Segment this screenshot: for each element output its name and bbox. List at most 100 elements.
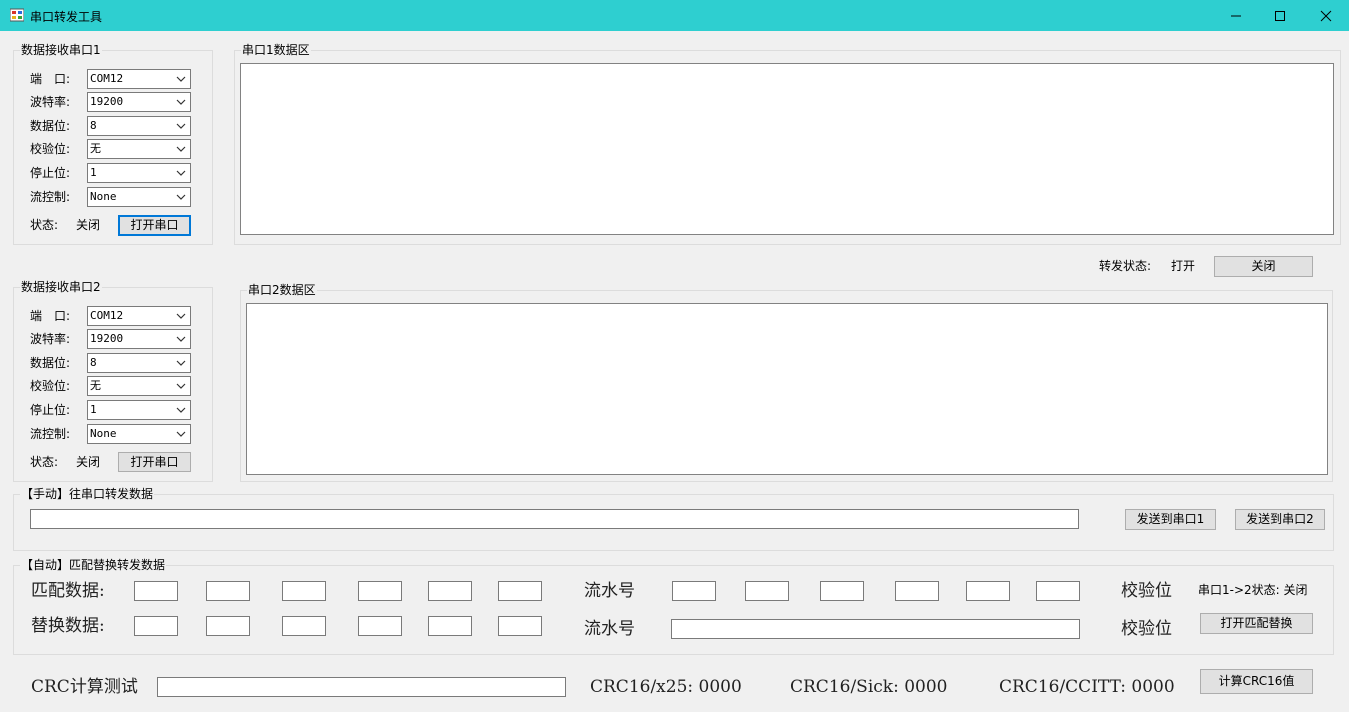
port2-databits-select[interactable]: 8 — [87, 353, 191, 373]
forward-status-label: 转发状态: — [1099, 259, 1152, 273]
replace-serial-label: 流水号 — [584, 619, 635, 639]
port2-parity-value: 无 — [90, 379, 101, 392]
replace-byte-input[interactable] — [282, 616, 326, 636]
port1-open-button[interactable]: 打开串口 — [118, 215, 191, 236]
replace-byte-input[interactable] — [134, 616, 178, 636]
port1-stopbits-select[interactable]: 1 — [87, 163, 191, 183]
replace-checksum-label: 校验位 — [1121, 619, 1172, 639]
port2-port-select[interactable]: COM12 — [87, 306, 191, 326]
port1-baud-select[interactable]: 19200 — [87, 92, 191, 112]
port2-parity-select[interactable]: 无 — [87, 376, 191, 396]
manual-group-title: 【手动】往串口转发数据 — [20, 487, 155, 501]
minimize-icon — [1231, 15, 1241, 17]
auto-group-title: 【自动】匹配替换转发数据 — [20, 558, 167, 572]
match-serial-input[interactable] — [1036, 581, 1080, 601]
port2-data-title: 串口2数据区 — [247, 283, 317, 297]
crc-test-label: CRC计算测试 — [31, 677, 138, 697]
chevron-down-icon — [176, 336, 186, 342]
crc-ccitt-value: CRC16/CCITT: 0000 — [999, 677, 1175, 697]
match-byte-input[interactable] — [358, 581, 402, 601]
crc-x25-value: CRC16/x25: 0000 — [590, 677, 742, 697]
port2-port-label: 端 口: — [30, 309, 71, 323]
port1-data-area[interactable] — [240, 63, 1334, 235]
port1-flow-label: 流控制: — [30, 190, 71, 204]
port2-baud-value: 19200 — [90, 332, 124, 345]
replace-byte-input[interactable] — [428, 616, 472, 636]
match-serial-input[interactable] — [966, 581, 1010, 601]
match-serial-input[interactable] — [672, 581, 716, 601]
port1-parity-select[interactable]: 无 — [87, 139, 191, 159]
port1-flow-select[interactable]: None — [87, 187, 191, 207]
match-byte-input[interactable] — [498, 581, 542, 601]
window-title: 串口转发工具 — [30, 10, 103, 24]
port2-status-value: 关闭 — [76, 455, 101, 469]
port1-parity-value: 无 — [90, 142, 101, 155]
match-checksum-label: 校验位 — [1121, 581, 1172, 601]
manual-data-input[interactable] — [30, 509, 1079, 529]
replace-byte-input[interactable] — [358, 616, 402, 636]
crc-input[interactable] — [157, 677, 566, 697]
port2-stopbits-value: 1 — [90, 403, 97, 416]
match-byte-input[interactable] — [428, 581, 472, 601]
port2-databits-label: 数据位: — [30, 356, 71, 370]
port1-status-value: 关闭 — [76, 218, 101, 232]
replace-serial-input[interactable] — [671, 619, 1080, 639]
replace-byte-input[interactable] — [206, 616, 250, 636]
minimize-button[interactable] — [1213, 0, 1259, 31]
maximize-button[interactable] — [1257, 0, 1303, 31]
port2-flow-value: None — [90, 427, 117, 440]
open-match-replace-button[interactable]: 打开匹配替换 — [1200, 613, 1313, 634]
replace-byte-input[interactable] — [498, 616, 542, 636]
chevron-down-icon — [176, 170, 186, 176]
port2-open-button[interactable]: 打开串口 — [118, 452, 191, 472]
port2-stopbits-select[interactable]: 1 — [87, 400, 191, 420]
app-icon — [10, 8, 24, 22]
port2-databits-value: 8 — [90, 356, 97, 369]
port2-port-value: COM12 — [90, 309, 124, 322]
port2-group-title: 数据接收串口2 — [20, 280, 102, 294]
port2-baud-select[interactable]: 19200 — [87, 329, 191, 349]
port2-parity-label: 校验位: — [30, 379, 71, 393]
match-serial-input[interactable] — [745, 581, 789, 601]
match-byte-input[interactable] — [206, 581, 250, 601]
port2-data-area[interactable] — [246, 303, 1328, 475]
replace-data-label: 替换数据: — [31, 616, 105, 636]
match-serial-label: 流水号 — [584, 581, 635, 601]
port2-baud-label: 波特率: — [30, 332, 71, 346]
chevron-down-icon — [176, 123, 186, 129]
match-serial-input[interactable] — [895, 581, 939, 601]
chevron-down-icon — [176, 146, 186, 152]
port1-parity-label: 校验位: — [30, 142, 71, 156]
port1-databits-label: 数据位: — [30, 119, 71, 133]
chevron-down-icon — [176, 99, 186, 105]
chevron-down-icon — [176, 360, 186, 366]
match-byte-input[interactable] — [134, 581, 178, 601]
compute-crc-button[interactable]: 计算CRC16值 — [1200, 669, 1313, 694]
auto-group: 【自动】匹配替换转发数据 — [13, 558, 1334, 655]
send-to-port1-button[interactable]: 发送到串口1 — [1125, 509, 1216, 530]
forward-close-button[interactable]: 关闭 — [1214, 256, 1313, 277]
port1-2-status-text: 串口1->2状态: 关闭 — [1198, 583, 1308, 597]
chevron-down-icon — [176, 431, 186, 437]
chevron-down-icon — [176, 383, 186, 389]
match-byte-input[interactable] — [282, 581, 326, 601]
close-window-button[interactable] — [1303, 0, 1349, 31]
port2-flow-select[interactable]: None — [87, 424, 191, 444]
port1-status-label: 状态: — [30, 218, 59, 232]
port1-databits-select[interactable]: 8 — [87, 116, 191, 136]
port1-flow-value: None — [90, 190, 117, 203]
crc-sick-value: CRC16/Sick: 0000 — [790, 677, 948, 697]
port1-databits-value: 8 — [90, 119, 97, 132]
title-bar: 串口转发工具 — [0, 0, 1349, 31]
port1-port-select[interactable]: COM12 — [87, 69, 191, 89]
send-to-port2-button[interactable]: 发送到串口2 — [1235, 509, 1325, 530]
port1-baud-value: 19200 — [90, 95, 124, 108]
match-serial-input[interactable] — [820, 581, 864, 601]
port1-stopbits-label: 停止位: — [30, 166, 71, 180]
port1-stopbits-value: 1 — [90, 166, 97, 179]
port2-stopbits-label: 停止位: — [30, 403, 71, 417]
port1-baud-label: 波特率: — [30, 95, 71, 109]
port2-flow-label: 流控制: — [30, 427, 71, 441]
match-data-label: 匹配数据: — [31, 581, 105, 601]
chevron-down-icon — [176, 407, 186, 413]
